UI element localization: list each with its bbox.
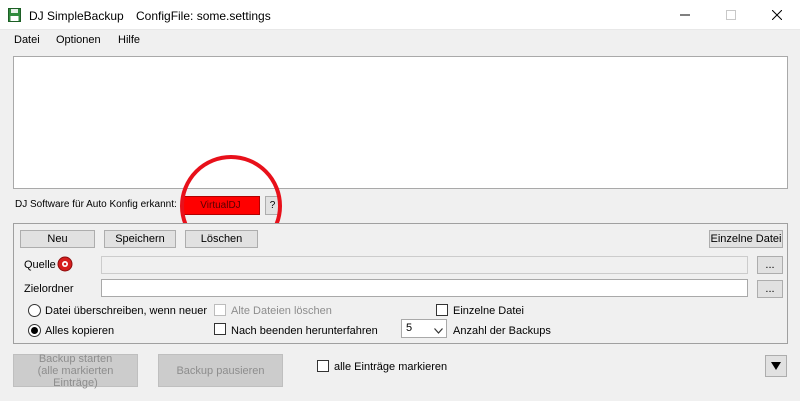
backup-count-select[interactable]: 5: [401, 319, 447, 338]
source-label: Quelle: [24, 259, 56, 271]
target-browse-button[interactable]: ...: [757, 280, 783, 298]
delete-button[interactable]: Löschen: [185, 230, 258, 248]
single-file-button[interactable]: Einzelne Datei: [709, 230, 783, 248]
backup-count-value: 5: [406, 322, 413, 334]
delete-old-checkbox[interactable]: [214, 304, 226, 316]
title-bar: DJ SimpleBackup ConfigFile: some.setting…: [0, 0, 800, 30]
close-icon: [772, 10, 782, 20]
menu-datei[interactable]: Datei: [14, 34, 40, 46]
maximize-icon: [726, 10, 736, 20]
window-title: DJ SimpleBackup: [29, 9, 124, 23]
copy-all-radio[interactable]: [28, 324, 41, 337]
copy-all-label: Alles kopieren: [45, 325, 115, 337]
single-file-label: Einzelne Datei: [453, 305, 524, 317]
target-folder-input[interactable]: [101, 279, 748, 297]
collapse-button[interactable]: [765, 355, 787, 377]
entries-list[interactable]: [13, 56, 788, 189]
chevron-down-icon: [434, 325, 443, 337]
start-backup-button[interactable]: Backup starten (alle markierten Einträge…: [13, 352, 138, 389]
single-file-checkbox[interactable]: [436, 304, 448, 316]
source-warning-icon[interactable]: [57, 256, 73, 272]
mark-all-checkbox[interactable]: [317, 360, 329, 372]
delete-old-label: Alte Dateien löschen: [231, 305, 332, 317]
source-input[interactable]: [101, 256, 748, 274]
overwrite-newer-radio[interactable]: [28, 304, 41, 317]
menu-optionen[interactable]: Optionen: [56, 34, 101, 46]
app-icon: [8, 8, 21, 22]
maximize-button[interactable]: [708, 0, 754, 30]
overwrite-newer-label: Datei überschreiben, wenn neuer: [45, 305, 208, 317]
backup-count-label: Anzahl der Backups: [453, 325, 551, 337]
menu-bar: Datei Optionen Hilfe: [0, 30, 800, 50]
triangle-down-icon: [771, 362, 781, 370]
new-button[interactable]: Neu: [20, 230, 95, 248]
detection-label: DJ Software für Auto Konfig erkannt:: [15, 199, 177, 210]
mark-all-label: alle Einträge markieren: [334, 361, 448, 373]
target-folder-label: Zielordner: [24, 283, 74, 295]
help-button[interactable]: ?: [265, 196, 280, 215]
minimize-icon: [680, 14, 690, 16]
shutdown-after-label: Nach beenden herunterfahren: [231, 325, 378, 337]
start-backup-label: Backup starten: [38, 352, 113, 365]
minimize-button[interactable]: [662, 0, 708, 30]
detected-software-field[interactable]: VirtualDJ: [181, 196, 260, 215]
close-button[interactable]: [754, 0, 800, 30]
menu-hilfe[interactable]: Hilfe: [118, 34, 140, 46]
pause-backup-button[interactable]: Backup pausieren: [158, 354, 283, 387]
save-button[interactable]: Speichern: [104, 230, 176, 248]
source-browse-button[interactable]: ...: [757, 256, 783, 274]
start-backup-sublabel: (alle markierten Einträge): [37, 364, 114, 389]
config-file-label: ConfigFile: some.settings: [136, 9, 271, 23]
shutdown-after-checkbox[interactable]: [214, 323, 226, 335]
